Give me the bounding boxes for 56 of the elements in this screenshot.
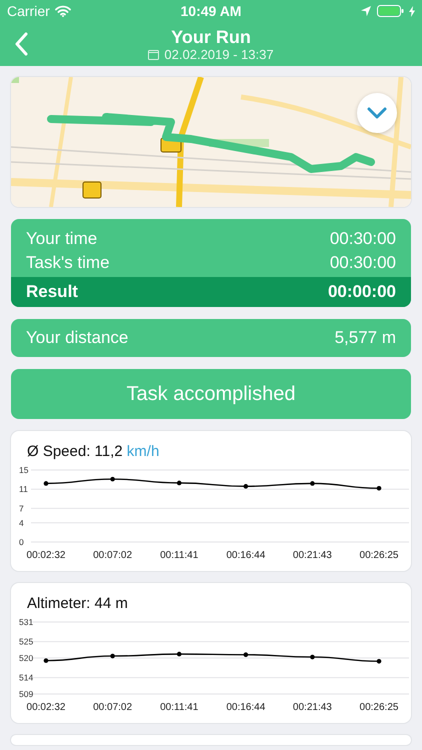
x-axis-label: 00:02:32 bbox=[26, 550, 66, 561]
y-axis-label: 4 bbox=[19, 518, 24, 528]
y-axis-label: 520 bbox=[19, 653, 34, 663]
y-axis-label: 509 bbox=[19, 689, 34, 699]
y-axis-label: 531 bbox=[19, 617, 34, 627]
task-accomplished-button[interactable]: Task accomplished bbox=[11, 369, 411, 419]
x-axis-label: 00:21:43 bbox=[292, 550, 332, 561]
data-point bbox=[110, 476, 115, 482]
data-point bbox=[244, 484, 248, 489]
x-axis-label: 00:16:44 bbox=[226, 702, 266, 713]
data-point bbox=[44, 658, 48, 663]
time-value: 00:30:00 bbox=[330, 253, 396, 273]
x-axis-label: 00:07:02 bbox=[93, 550, 132, 561]
x-axis-label: 00:07:02 bbox=[93, 702, 132, 713]
data-point bbox=[44, 481, 48, 486]
y-axis-label: 11 bbox=[19, 484, 28, 494]
y-axis-label: 525 bbox=[19, 636, 34, 647]
data-point bbox=[176, 652, 182, 656]
data-point bbox=[310, 481, 315, 486]
run-date: 02.02.2019 - 13:37 bbox=[164, 46, 274, 62]
time-label: Result bbox=[26, 282, 78, 302]
distance-label: Your distance bbox=[26, 328, 128, 348]
data-point bbox=[244, 652, 248, 658]
data-point bbox=[110, 654, 115, 658]
wifi-icon bbox=[54, 5, 71, 17]
data-point bbox=[310, 654, 315, 660]
data-point bbox=[376, 658, 382, 664]
chart-title: Altimeter: 44 m bbox=[26, 594, 129, 614]
carrier-name: Carrier bbox=[7, 3, 50, 19]
location-icon bbox=[360, 5, 372, 17]
time-label: Task's time bbox=[26, 253, 110, 273]
x-axis-label: 00:11:41 bbox=[160, 550, 198, 561]
x-axis-label: 00:11:41 bbox=[160, 702, 198, 713]
screen-title: Your Run bbox=[171, 26, 251, 46]
time-value: 00:00:00 bbox=[328, 282, 396, 302]
chart-title: Ø Speed: 11,2 km/h bbox=[26, 442, 160, 462]
back-icon bbox=[14, 32, 28, 56]
x-axis-label: 00:26:25 bbox=[360, 550, 398, 561]
x-axis-label: 00:16:44 bbox=[226, 550, 266, 561]
time-value: 00:30:00 bbox=[330, 229, 396, 249]
data-point bbox=[376, 486, 382, 491]
status-time: 10:49 AM bbox=[180, 3, 242, 19]
x-axis-label: 00:26:25 bbox=[360, 702, 398, 713]
charging-icon bbox=[408, 6, 415, 16]
x-axis-label: 00:21:43 bbox=[292, 702, 332, 713]
distance-value: 5,577 m bbox=[334, 328, 396, 348]
y-axis-label: 514 bbox=[19, 672, 34, 683]
battery-icon bbox=[376, 5, 404, 17]
x-axis-label: 00:02:32 bbox=[26, 702, 66, 713]
chevron-down-icon bbox=[367, 107, 387, 119]
time-label: Your time bbox=[26, 229, 98, 249]
y-axis-label: 15 bbox=[19, 465, 28, 475]
calendar-icon bbox=[148, 48, 160, 60]
data-point bbox=[176, 480, 182, 486]
y-axis-label: 7 bbox=[19, 503, 24, 514]
y-axis-label: 0 bbox=[19, 537, 24, 547]
